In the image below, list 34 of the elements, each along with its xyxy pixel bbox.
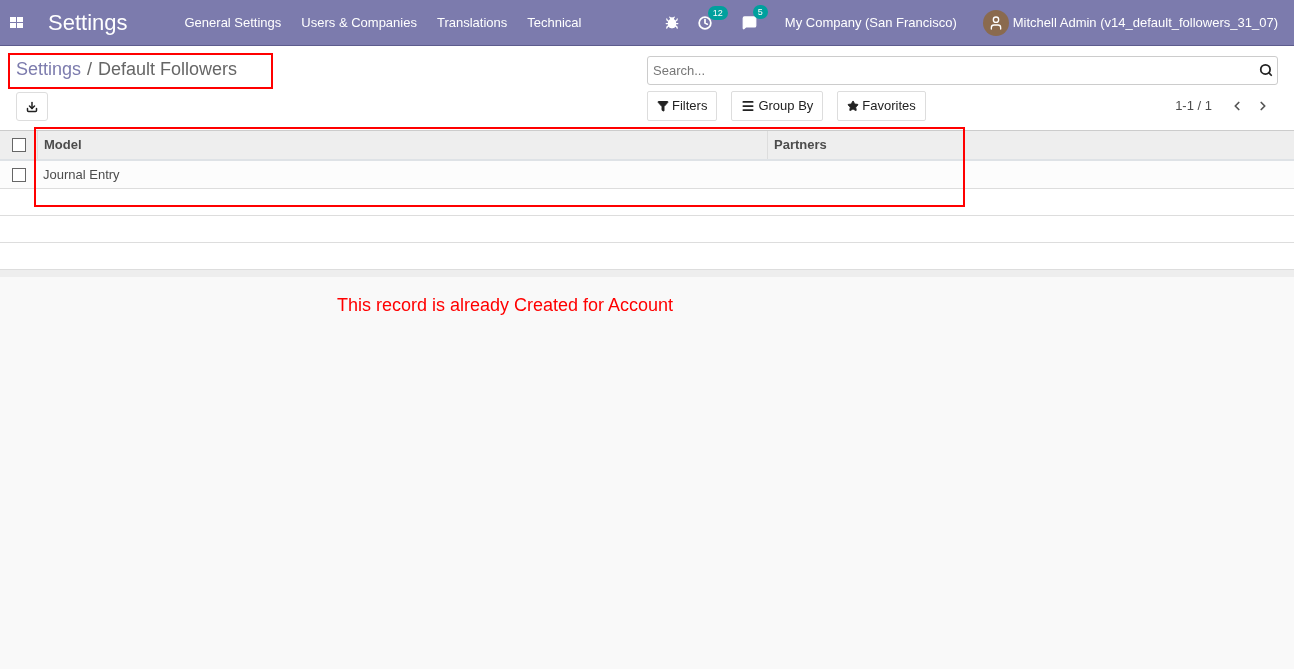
- menu-item[interactable]: General Settings: [174, 12, 292, 33]
- breadcrumb-link[interactable]: Settings: [16, 55, 82, 83]
- menu-item[interactable]: Users & Companies: [291, 12, 427, 33]
- star-icon: [847, 100, 860, 112]
- pager-value: 1-1 / 1: [1175, 97, 1212, 116]
- filter-button[interactable]: Group By: [731, 91, 824, 121]
- user-menu[interactable]: Mitchell Admin (v14_default_followers_31_07): [1012, 12, 1278, 33]
- download-button[interactable]: [16, 92, 48, 121]
- apps-grid-icon[interactable]: [10, 17, 23, 28]
- table-cell-text: Journal Entry: [42, 165, 121, 184]
- search-field[interactable]: Search...: [647, 56, 1278, 85]
- filter-button[interactable]: Favorites: [837, 91, 926, 121]
- menu-icon: [741, 99, 756, 113]
- filter-button[interactable]: Filters: [647, 91, 718, 121]
- column-header[interactable]: Model: [37, 131, 767, 159]
- search-icon[interactable]: [1259, 63, 1273, 77]
- checkbox[interactable]: [11, 167, 26, 182]
- count-badge: 12: [707, 5, 728, 20]
- annotation-note: This record is already Created for Account: [336, 294, 674, 317]
- breadcrumb-current: Default Followers: [98, 57, 238, 81]
- breadcrumb-separator: /: [87, 57, 93, 81]
- checkbox[interactable]: [11, 138, 26, 152]
- avatar: [982, 9, 1009, 36]
- download-icon: [26, 100, 38, 113]
- count-badge: 5: [752, 5, 768, 19]
- company-switcher[interactable]: My Company (San Francisco): [784, 12, 957, 33]
- app-title: Settings: [48, 9, 128, 37]
- menu-item[interactable]: Translations: [426, 12, 518, 33]
- menu-item[interactable]: Technical: [517, 12, 592, 33]
- clock-icon[interactable]: [697, 15, 712, 30]
- bug-icon[interactable]: [664, 15, 679, 30]
- column-header[interactable]: Partners: [767, 131, 965, 159]
- filter-icon: [657, 100, 669, 112]
- chat-icon[interactable]: [741, 15, 757, 30]
